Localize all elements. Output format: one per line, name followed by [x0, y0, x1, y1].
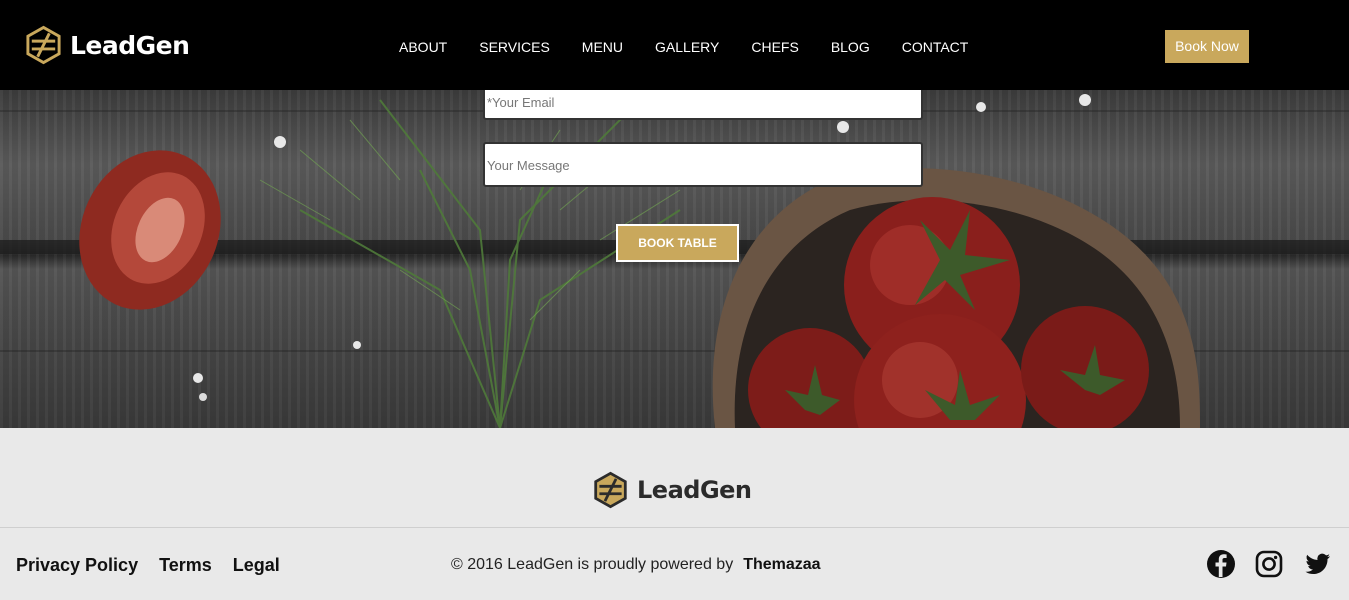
footer-top: LeadGen [0, 428, 1349, 528]
instagram-icon[interactable] [1254, 549, 1284, 579]
nav-blog[interactable]: BLOG [831, 38, 870, 56]
social-links [1206, 549, 1349, 579]
nav-menu[interactable]: MENU [582, 38, 623, 56]
site-header: LeadGen ABOUT SERVICES MENU GALLERY CHEF… [0, 0, 1349, 90]
main-nav: ABOUT SERVICES MENU GALLERY CHEFS BLOG C… [399, 38, 1000, 56]
facebook-icon[interactable] [1206, 549, 1236, 579]
footer-logo[interactable]: LeadGen [592, 470, 752, 510]
powered-by-link[interactable]: Themazaa [743, 556, 820, 573]
nav-services[interactable]: SERVICES [479, 38, 550, 56]
copyright: © 2016 LeadGen is proudly powered by Them… [451, 556, 821, 574]
email-input[interactable]: *Your Email [483, 90, 923, 120]
leadgen-logo-icon [26, 25, 61, 65]
nav-contact[interactable]: CONTACT [902, 38, 969, 56]
footer-brand-name: LeadGen [637, 476, 752, 504]
nav-about[interactable]: ABOUT [399, 38, 447, 56]
legal-link[interactable]: Legal [233, 555, 280, 576]
leadgen-logo-icon [594, 471, 627, 509]
copyright-text: © 2016 LeadGen is proudly powered by [451, 556, 734, 573]
twitter-icon[interactable] [1302, 549, 1332, 579]
nav-gallery[interactable]: GALLERY [655, 38, 719, 56]
book-table-button[interactable]: BOOK TABLE [616, 224, 739, 262]
book-now-button[interactable]: Book Now [1165, 30, 1249, 63]
brand-name: LeadGen [70, 30, 190, 60]
nav-chefs[interactable]: CHEFS [751, 38, 798, 56]
legal-links: Privacy Policy Terms Legal [16, 555, 301, 576]
privacy-policy-link[interactable]: Privacy Policy [16, 555, 138, 576]
terms-link[interactable]: Terms [159, 555, 212, 576]
hero-section: *Your Email Your Message BOOK TABLE [0, 90, 1349, 428]
header-logo[interactable]: LeadGen [24, 25, 190, 65]
message-input[interactable]: Your Message [483, 142, 923, 187]
footer-bottom: Privacy Policy Terms Legal © 2016 LeadGe… [0, 529, 1349, 600]
